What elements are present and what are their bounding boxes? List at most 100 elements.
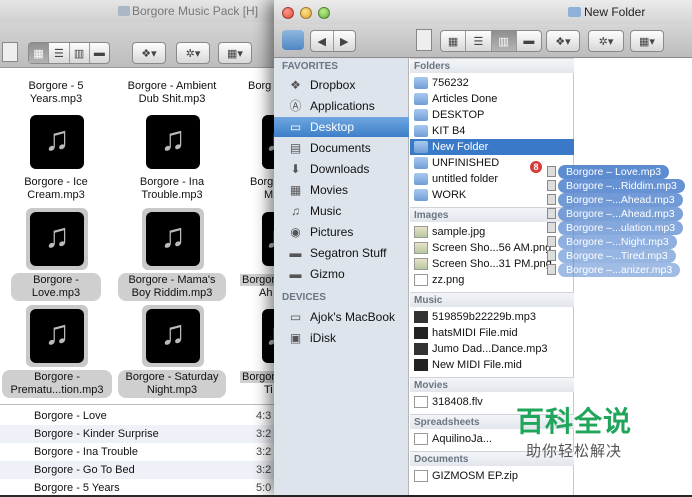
sidebar-item-label: Dropbox bbox=[310, 78, 356, 92]
dragged-file-label: Borgore –...Ahead.mp3 bbox=[558, 193, 683, 207]
minimize-button[interactable] bbox=[300, 7, 312, 19]
file-item[interactable]: Jumo Dad...Dance.mp3 bbox=[410, 341, 574, 357]
column-view-button[interactable]: ▥ bbox=[491, 31, 517, 51]
sidebar-item-desktop[interactable]: ▭ Desktop bbox=[274, 117, 409, 137]
view-switcher[interactable]: ▦ ☰ ▥ ▬ bbox=[28, 42, 110, 64]
mp3-file-icon bbox=[414, 311, 428, 323]
arrange-menu-button[interactable]: ▦▾ bbox=[218, 42, 252, 64]
window-title: New Folder bbox=[584, 5, 646, 19]
file-icon-wrap[interactable] bbox=[26, 305, 88, 367]
view-switcher[interactable]: ▦ ☰ ▥ ▬ bbox=[440, 30, 542, 52]
track-name: Borgore - Go To Bed bbox=[34, 464, 135, 476]
sidebar-item-documents[interactable]: ▤ Documents bbox=[274, 138, 409, 158]
file-name: Borgore - Mama's Boy Riddim.mp3 bbox=[118, 273, 226, 301]
close-button[interactable] bbox=[282, 7, 294, 19]
arrange-menu-button[interactable]: ▦▾ bbox=[630, 30, 664, 52]
sidebar-item-pictures[interactable]: ◉ Pictures bbox=[274, 222, 409, 242]
file-item[interactable]: Borgore - Love.mp3 bbox=[11, 273, 101, 301]
sidebar-item-applications[interactable]: Ⓐ Applications bbox=[274, 96, 409, 116]
img-file-icon bbox=[414, 242, 428, 254]
idisk-icon: ▣ bbox=[289, 331, 302, 345]
item-label: zz.png bbox=[432, 274, 465, 286]
file-item[interactable]: Borgore - Ice Cream.mp3 bbox=[6, 176, 106, 202]
file-item[interactable]: Borgore - Saturday Night.mp3 bbox=[118, 370, 226, 398]
file-icon-wrap[interactable] bbox=[26, 208, 88, 270]
drag-count-badge: 8 bbox=[528, 159, 544, 175]
dragged-file-label: Borgore –...Ahead.mp3 bbox=[558, 207, 683, 221]
sidebar-item-segatron-stuff[interactable]: ▬ Segatron Stuff bbox=[274, 243, 409, 263]
item-label: sample.jpg bbox=[432, 226, 486, 238]
dragged-file-label: Borgore – Love.mp3 bbox=[558, 165, 670, 179]
zoom-button[interactable] bbox=[318, 7, 330, 19]
partial-file-label: Borg bbox=[250, 176, 274, 188]
file-item[interactable]: Borgore - Mama's Boy Riddim.mp3 bbox=[118, 273, 226, 301]
dragged-file-icon bbox=[547, 166, 556, 177]
track-row[interactable]: Borgore - Love 4:3 bbox=[0, 407, 292, 425]
sidebar-item-label: Desktop bbox=[310, 120, 355, 134]
dragged-file-icon bbox=[547, 264, 556, 275]
file-item[interactable]: 519859b22229b.mp3 bbox=[410, 309, 574, 325]
icon-view-button[interactable]: ▦ bbox=[441, 31, 467, 51]
sidebar-item-downloads[interactable]: ⬇ Downloads bbox=[274, 159, 409, 179]
file-item[interactable]: New MIDI File.mid bbox=[410, 357, 574, 373]
watermark-tagline: 助你轻松解决 bbox=[526, 443, 623, 460]
folder-item[interactable]: New Folder bbox=[410, 139, 574, 155]
file-item[interactable]: hatsMIDI File.mid bbox=[410, 325, 574, 341]
sidebar-item-gizmo[interactable]: ▬ Gizmo bbox=[274, 264, 409, 284]
documents-icon: ▤ bbox=[289, 141, 302, 155]
pictures-icon: ◉ bbox=[290, 225, 301, 239]
sidebar-item-label: Pictures bbox=[310, 225, 354, 239]
forward-arrow-icon[interactable]: ▶ bbox=[334, 31, 356, 51]
back-title-bar[interactable]: Borgore Music Pack [H] bbox=[0, 0, 292, 22]
file-icon-wrap[interactable] bbox=[144, 113, 202, 171]
file-name: Borgore - Saturday Night.mp3 bbox=[118, 370, 226, 398]
sidebar-item-music[interactable]: ♫ Music bbox=[274, 201, 409, 221]
folder-item[interactable]: DESKTOP bbox=[410, 107, 574, 123]
back-forward-buttons[interactable]: ◀ ▶ bbox=[310, 30, 356, 52]
item-label: GIZMOSM EP.zip bbox=[432, 470, 518, 482]
file-item[interactable]: Borgore - Ambient Dub Shit.mp3 bbox=[122, 80, 222, 106]
idisk-toolbar-icon[interactable] bbox=[282, 30, 304, 50]
folder-icon bbox=[414, 173, 428, 185]
dragged-file-icon bbox=[547, 222, 556, 233]
file-icon-wrap[interactable] bbox=[28, 113, 86, 171]
folder-item[interactable]: Articles Done bbox=[410, 91, 574, 107]
action-menu-button[interactable]: ✲▾ bbox=[588, 30, 624, 52]
file-item[interactable]: Borgore - Prematu...tion.mp3 bbox=[2, 370, 112, 398]
sidebar-item-movies[interactable]: ▦ Movies bbox=[274, 180, 409, 200]
item-label: hatsMIDI File.mid bbox=[432, 327, 518, 339]
front-title-bar[interactable]: New Folder bbox=[274, 0, 692, 24]
track-row[interactable]: Borgore - Go To Bed 3:2 bbox=[0, 461, 292, 479]
coverflow-view-button[interactable]: ▬ bbox=[90, 43, 109, 63]
track-row[interactable]: Borgore - 5 Years 5:0 bbox=[0, 479, 292, 497]
track-row[interactable]: Borgore - Kinder Surprise 3:2 bbox=[0, 425, 292, 443]
dropbox-menu-button[interactable]: ❖▾ bbox=[132, 42, 166, 64]
file-icon-wrap[interactable] bbox=[142, 305, 204, 367]
folder-icon bbox=[414, 93, 428, 105]
track-name: Borgore - Love bbox=[34, 410, 107, 422]
dropbox-menu-button[interactable]: ❖▾ bbox=[546, 30, 580, 52]
column-view-button[interactable]: ▥ bbox=[70, 43, 90, 63]
file-item[interactable]: Borgore - Ina Trouble.mp3 bbox=[122, 176, 222, 202]
file-item[interactable]: Borgore - 5 Years.mp3 bbox=[6, 80, 106, 106]
folder-item[interactable]: 756232 bbox=[410, 75, 574, 91]
item-label: 318408.flv bbox=[432, 396, 483, 408]
sidebar-item-ajok-s-macbook[interactable]: ▭ Ajok's MacBook bbox=[274, 307, 409, 327]
icon-view-button[interactable]: ▦ bbox=[29, 43, 50, 63]
file-item[interactable]: GIZMOSM EP.zip bbox=[410, 468, 574, 484]
partial-file-label: Borg bbox=[248, 80, 272, 92]
list-view-button[interactable]: ☰ bbox=[49, 43, 70, 63]
sidebar-item-idisk[interactable]: ▣ iDisk bbox=[274, 328, 409, 348]
folder-item[interactable]: KIT B4 bbox=[410, 123, 574, 139]
action-menu-button[interactable]: ✲▾ bbox=[176, 42, 210, 64]
file-file-icon bbox=[414, 396, 428, 408]
coverflow-view-button[interactable]: ▬ bbox=[517, 31, 541, 51]
back-arrow-icon[interactable]: ◀ bbox=[311, 31, 334, 51]
file-icon-wrap[interactable] bbox=[142, 208, 204, 270]
file-name: Borgore - Ina Trouble.mp3 bbox=[139, 176, 205, 201]
arrange-icon: ▦▾ bbox=[227, 47, 243, 60]
track-row[interactable]: Borgore - Ina Trouble 3:2 bbox=[0, 443, 292, 461]
folder-icon bbox=[414, 125, 428, 137]
list-view-button[interactable]: ☰ bbox=[466, 31, 492, 51]
sidebar-item-dropbox[interactable]: ❖ Dropbox bbox=[274, 75, 409, 95]
